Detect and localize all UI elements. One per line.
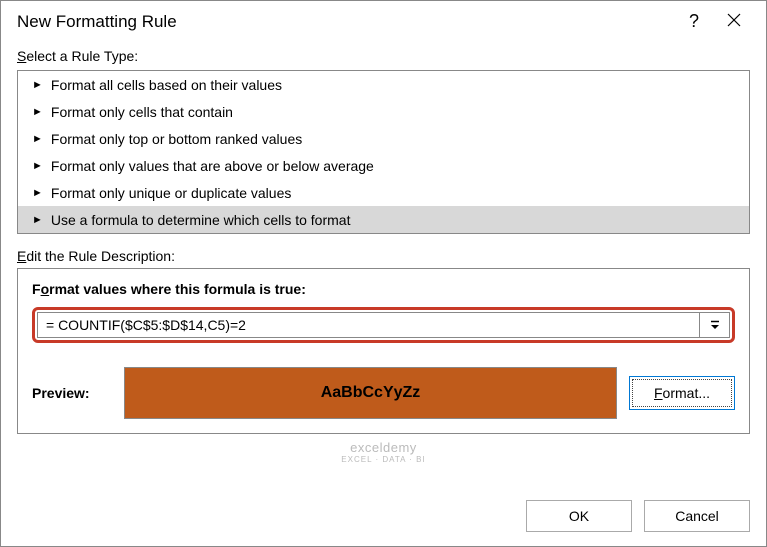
rule-type-label: Format only unique or duplicate values	[51, 185, 291, 201]
dialog-title: New Formatting Rule	[17, 12, 674, 32]
rule-type-label: Use a formula to determine which cells t…	[51, 212, 351, 228]
ok-button[interactable]: OK	[526, 500, 632, 532]
rule-type-label: Format only cells that contain	[51, 104, 233, 120]
pointer-icon: ►	[32, 79, 43, 91]
select-rule-type-label: Select a Rule Type:	[17, 48, 750, 64]
close-icon	[727, 13, 741, 27]
preview-swatch: AaBbCcYyZz	[124, 367, 617, 419]
rule-type-item[interactable]: ► Use a formula to determine which cells …	[18, 206, 749, 233]
new-formatting-rule-dialog: New Formatting Rule ? Select a Rule Type…	[0, 0, 767, 547]
rule-description-box: Format values where this formula is true…	[17, 268, 750, 434]
formula-label: Format values where this formula is true…	[32, 281, 735, 297]
pointer-icon: ►	[32, 214, 43, 226]
formula-input-row	[32, 307, 735, 343]
titlebar: New Formatting Rule ?	[1, 1, 766, 40]
close-button[interactable]	[714, 11, 754, 32]
rule-type-item[interactable]: ► Format only cells that contain	[18, 98, 749, 125]
preview-label: Preview:	[32, 385, 112, 401]
help-button[interactable]: ?	[674, 11, 714, 32]
watermark-sub: EXCEL · DATA · BI	[17, 455, 750, 464]
rule-type-item[interactable]: ► Format only unique or duplicate values	[18, 179, 749, 206]
rule-type-list: ►Format all cells based on their values …	[17, 70, 750, 234]
format-button[interactable]: Format...	[629, 376, 735, 410]
rule-type-label: Format all cells based on their values	[51, 77, 282, 93]
watermark-main: exceldemy	[17, 440, 750, 455]
dialog-footer: OK Cancel	[1, 494, 766, 546]
collapse-icon	[709, 319, 721, 331]
pointer-icon: ►	[32, 160, 43, 172]
collapse-dialog-button[interactable]	[700, 312, 730, 338]
rule-type-label: Format only values that are above or bel…	[51, 158, 374, 174]
watermark: exceldemy EXCEL · DATA · BI	[17, 434, 750, 468]
edit-rule-description-label: Edit the Rule Description:	[17, 248, 750, 264]
dialog-body: Select a Rule Type: ► Format all cells ba…	[1, 40, 766, 494]
formula-input[interactable]	[37, 312, 700, 338]
preview-row: Preview: AaBbCcYyZz Format...	[32, 367, 735, 419]
pointer-icon: ►	[32, 133, 43, 145]
rule-type-item[interactable]: ► Format only top or bottom ranked values	[18, 125, 749, 152]
rule-type-item[interactable]: ► Format only values that are above or be…	[18, 152, 749, 179]
rule-type-item[interactable]: ► Format all cells based on their values	[18, 71, 749, 98]
pointer-icon: ►	[32, 106, 43, 118]
rule-type-label: Format only top or bottom ranked values	[51, 131, 302, 147]
cancel-button[interactable]: Cancel	[644, 500, 750, 532]
pointer-icon: ►	[32, 187, 43, 199]
